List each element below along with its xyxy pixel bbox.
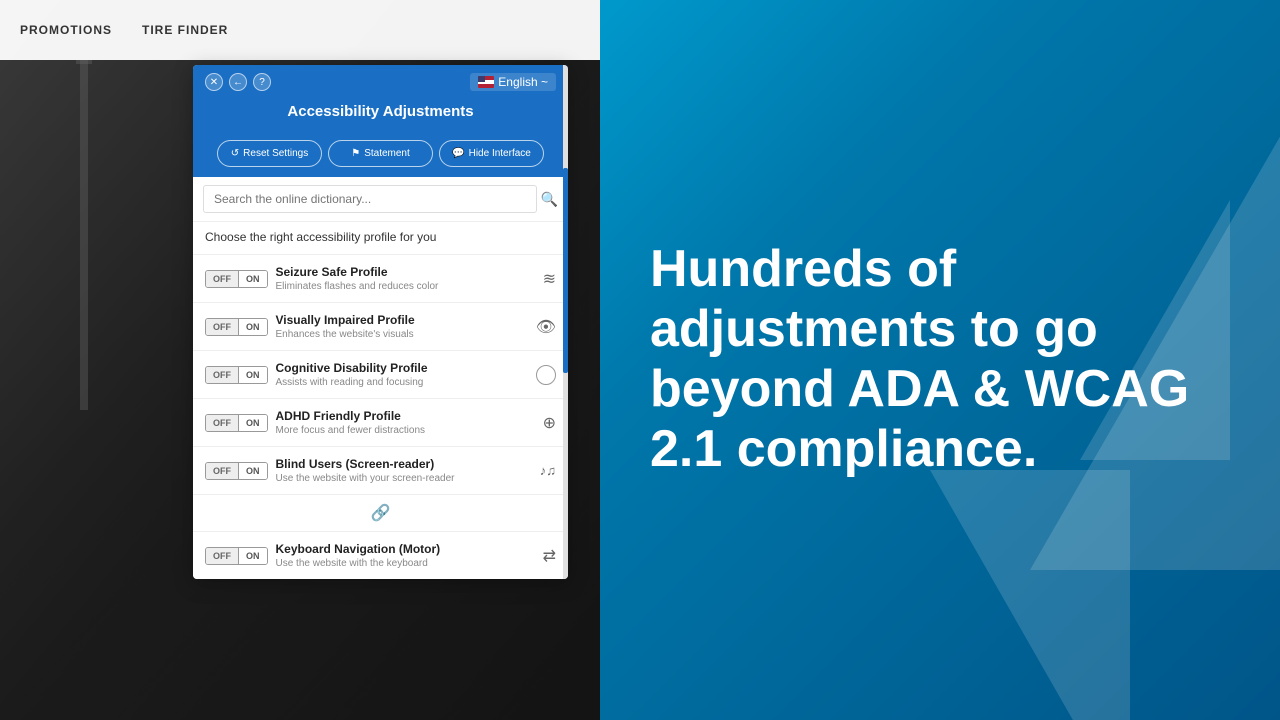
scroll-thumb[interactable] — [563, 168, 568, 374]
flag-icon — [478, 76, 494, 88]
profile-item-keyboard: OFF ON Keyboard Navigation (Motor) Use t… — [193, 531, 568, 579]
back-button[interactable]: ← — [229, 73, 247, 91]
profile-desc-adhd: More focus and fewer distractions — [276, 425, 535, 436]
nav-promotions[interactable]: PROMOTIONS — [20, 23, 112, 37]
search-bar: 🔍 — [193, 177, 568, 222]
panel-controls-left: ✕ ← ? — [205, 73, 271, 91]
profile-name-visually: Visually Impaired Profile — [276, 313, 528, 327]
nav-tire-finder[interactable]: TIRE FINDER — [142, 23, 228, 37]
profile-info-cognitive: Cognitive Disability Profile Assists wit… — [276, 361, 529, 388]
hide-icon: 💬 — [452, 148, 464, 159]
profile-list: OFF ON Seizure Safe Profile Eliminates f… — [193, 254, 568, 579]
statement-button[interactable]: ⚑ Statement — [328, 140, 433, 167]
toggle-off-keyboard[interactable]: OFF — [206, 548, 239, 564]
search-button[interactable]: 🔍 — [541, 191, 558, 208]
help-button[interactable]: ? — [253, 73, 271, 91]
statement-icon: ⚑ — [351, 148, 360, 159]
profile-item-visually-impaired: OFF ON Visually Impaired Profile Enhance… — [193, 302, 568, 350]
toggle-off-blind[interactable]: OFF — [206, 463, 239, 479]
profile-info-seizure: Seizure Safe Profile Eliminates flashes … — [276, 265, 535, 292]
link-icon: 🔗 — [367, 499, 395, 527]
profile-item-cognitive: OFF ON Cognitive Disability Profile Assi… — [193, 350, 568, 398]
toggle-on-keyboard[interactable]: ON — [239, 548, 267, 564]
profile-item-adhd: OFF ON ADHD Friendly Profile More focus … — [193, 398, 568, 446]
close-button[interactable]: ✕ — [205, 73, 223, 91]
profile-desc-visually: Enhances the website's visuals — [276, 329, 528, 340]
visually-icon: 👁 — [536, 317, 556, 337]
deco-triangle-2 — [930, 470, 1130, 720]
action-buttons: ↺ Reset Settings ⚑ Statement 💬 Hide Inte… — [205, 130, 556, 177]
toggle-visually-impaired[interactable]: OFF ON — [205, 318, 268, 336]
adhd-icon: ⊕ — [543, 413, 556, 433]
language-label: English ~ — [498, 75, 548, 89]
reset-icon: ↺ — [231, 148, 239, 159]
pole-decoration — [80, 60, 88, 410]
profile-name-adhd: ADHD Friendly Profile — [276, 409, 535, 423]
profile-info-visually: Visually Impaired Profile Enhances the w… — [276, 313, 528, 340]
profile-name-seizure: Seizure Safe Profile — [276, 265, 535, 279]
toggle-seizure-safe[interactable]: OFF ON — [205, 270, 268, 288]
toggle-off-seizure[interactable]: OFF — [206, 271, 239, 287]
toggle-off-adhd[interactable]: OFF — [206, 415, 239, 431]
toggle-on-visually[interactable]: ON — [239, 319, 267, 335]
blind-icon: ♪♫ — [540, 463, 556, 478]
toggle-on-adhd[interactable]: ON — [239, 415, 267, 431]
scroll-indicator — [563, 65, 568, 579]
promo-headline: Hundreds of adjustments to go beyond ADA… — [650, 240, 1230, 479]
toggle-on-blind[interactable]: ON — [239, 463, 267, 479]
profile-name-keyboard: Keyboard Navigation (Motor) — [276, 542, 535, 556]
statement-label: Statement — [364, 148, 410, 159]
left-panel: PROMOTIONS TIRE FINDER ✕ ← ? English ~ A… — [0, 0, 600, 720]
profile-section: Choose the right accessibility profile f… — [193, 222, 568, 254]
toggle-on-seizure[interactable]: ON — [239, 271, 267, 287]
profile-label: Choose the right accessibility profile f… — [205, 230, 556, 244]
seizure-icon: ≋ — [543, 269, 556, 289]
toggle-adhd[interactable]: OFF ON — [205, 414, 268, 432]
hide-interface-button[interactable]: 💬 Hide Interface — [439, 140, 544, 167]
search-input[interactable] — [203, 185, 537, 213]
toggle-blind[interactable]: OFF ON — [205, 462, 268, 480]
profile-name-cognitive: Cognitive Disability Profile — [276, 361, 529, 375]
reset-label: Reset Settings — [243, 148, 308, 159]
panel-header: ✕ ← ? English ~ Accessibility Adjustment… — [193, 65, 568, 177]
accessibility-panel: ✕ ← ? English ~ Accessibility Adjustment… — [193, 65, 568, 579]
profile-desc-seizure: Eliminates flashes and reduces color — [276, 281, 535, 292]
toggle-off-cognitive[interactable]: OFF — [206, 367, 239, 383]
profile-desc-keyboard: Use the website with the keyboard — [276, 558, 535, 569]
profile-info-adhd: ADHD Friendly Profile More focus and few… — [276, 409, 535, 436]
profile-desc-blind: Use the website with your screen-reader — [276, 473, 532, 484]
profile-info-keyboard: Keyboard Navigation (Motor) Use the webs… — [276, 542, 535, 569]
profile-item-blind: OFF ON Blind Users (Screen-reader) Use t… — [193, 446, 568, 494]
profile-desc-cognitive: Assists with reading and focusing — [276, 377, 529, 388]
top-navigation: PROMOTIONS TIRE FINDER — [0, 0, 600, 60]
link-row: 🔗 — [193, 494, 568, 531]
language-selector[interactable]: English ~ — [470, 73, 556, 91]
promo-text: Hundreds of adjustments to go beyond ADA… — [650, 240, 1230, 479]
toggle-off-visually[interactable]: OFF — [206, 319, 239, 335]
hide-label: Hide Interface — [469, 148, 531, 159]
toggle-on-cognitive[interactable]: ON — [239, 367, 267, 383]
cognitive-icon — [536, 365, 556, 385]
keyboard-icon: ⇄ — [543, 546, 556, 566]
panel-controls: ✕ ← ? English ~ — [205, 73, 556, 91]
panel-title: Accessibility Adjustments — [205, 97, 556, 130]
profile-item-seizure-safe: OFF ON Seizure Safe Profile Eliminates f… — [193, 254, 568, 302]
pole-arm — [76, 60, 92, 64]
toggle-keyboard[interactable]: OFF ON — [205, 547, 268, 565]
profile-info-blind: Blind Users (Screen-reader) Use the webs… — [276, 457, 532, 484]
profile-name-blind: Blind Users (Screen-reader) — [276, 457, 532, 471]
right-panel: Hundreds of adjustments to go beyond ADA… — [600, 0, 1280, 720]
reset-settings-button[interactable]: ↺ Reset Settings — [217, 140, 322, 167]
toggle-cognitive[interactable]: OFF ON — [205, 366, 268, 384]
